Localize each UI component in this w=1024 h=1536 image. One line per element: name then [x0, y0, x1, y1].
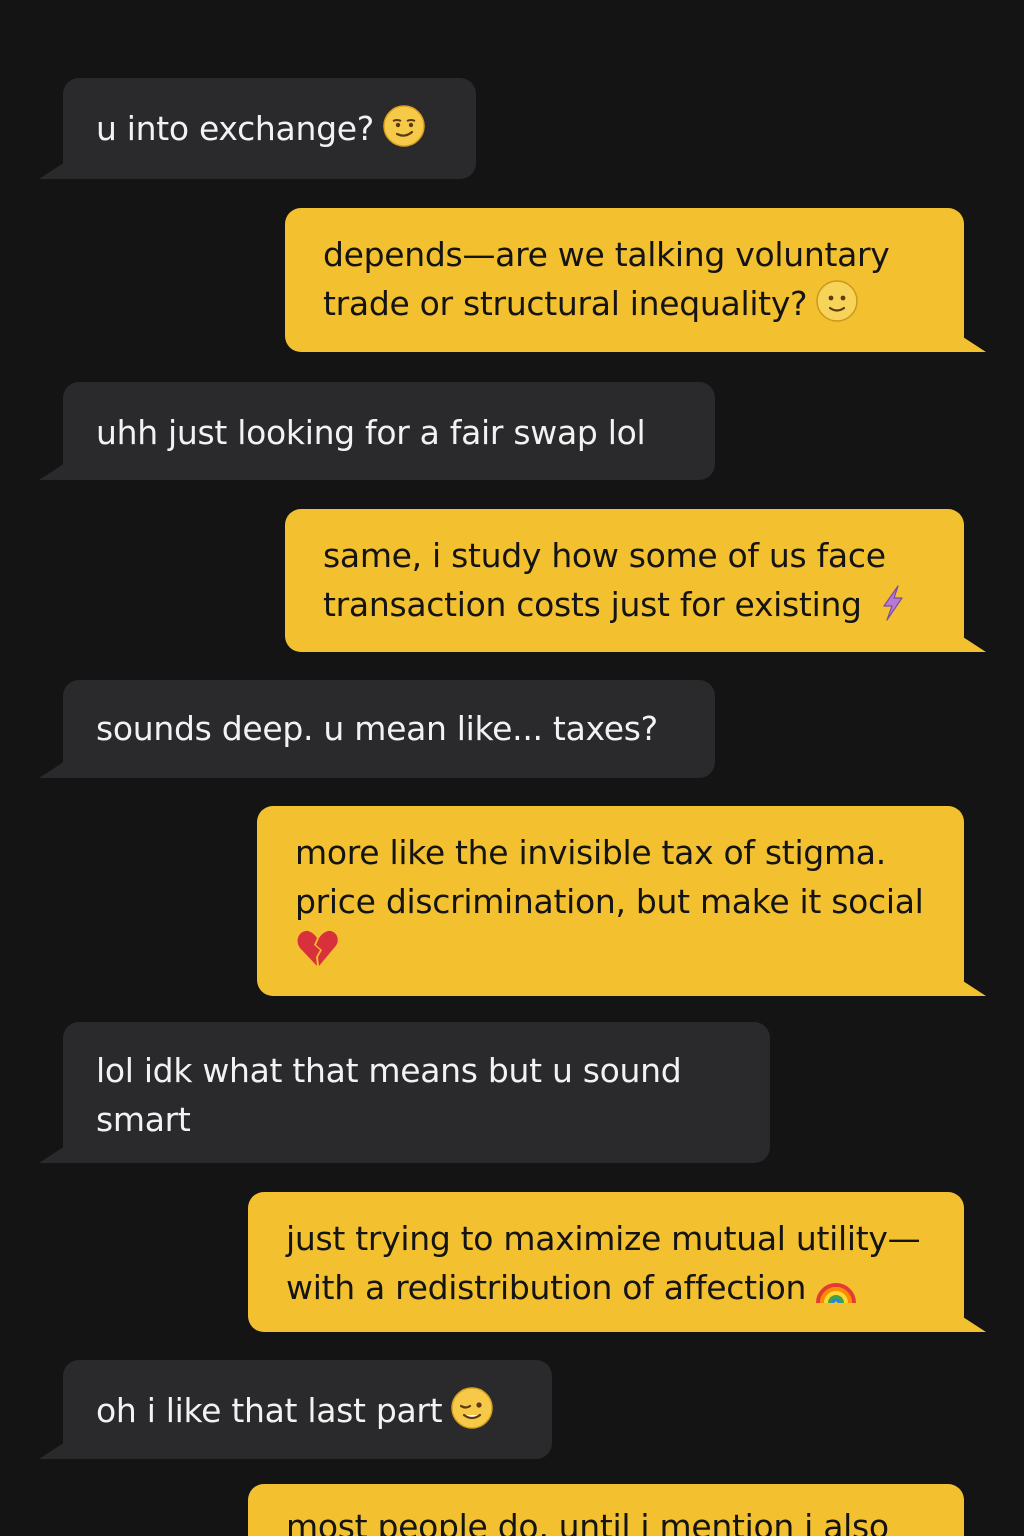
outgoing-message: depends—are we talking voluntary trade o…: [285, 208, 986, 352]
outgoing-message: most people do, until i mention i also: [248, 1484, 964, 1536]
message-text: u into exchange?: [96, 104, 444, 153]
message-text: lol idk what that means but u sound smar…: [96, 1051, 682, 1139]
incoming-message: uhh just looking for a fair swap lol: [39, 382, 715, 480]
incoming-message: u into exchange?: [39, 78, 476, 179]
message-text: oh i like that last part: [96, 1386, 520, 1435]
slightly-smiling-face-icon: [815, 279, 859, 323]
incoming-message: lol idk what that means but u sound smar…: [39, 1022, 770, 1163]
incoming-message: oh i like that last part: [39, 1360, 552, 1459]
winking-face-icon: [450, 1386, 494, 1430]
message-text: same, i study how some of us face transa…: [323, 531, 940, 629]
message-text: sounds deep. u mean like... taxes?: [96, 709, 658, 748]
outgoing-message: more like the invisible tax of stigma. p…: [257, 806, 986, 996]
rainbow-icon: [814, 1263, 858, 1307]
message-text: uhh just looking for a fair swap lol: [96, 413, 646, 452]
chat-thread: u into exchange? depends—are we talking …: [0, 0, 1024, 1536]
message-text: more like the invisible tax of stigma. p…: [295, 828, 940, 975]
outgoing-message: just trying to maximize mutual utility— …: [248, 1192, 986, 1332]
broken-heart-icon: [295, 926, 339, 970]
message-text: most people do, until i mention i also: [286, 1507, 889, 1536]
message-text: depends—are we talking voluntary trade o…: [323, 235, 890, 323]
smirking-face-icon: [382, 104, 426, 148]
lightning-bolt-icon: [870, 580, 914, 624]
message-text: just trying to maximize mutual utility— …: [286, 1219, 921, 1307]
incoming-message: sounds deep. u mean like... taxes?: [39, 680, 715, 778]
outgoing-message: same, i study how some of us face transa…: [285, 509, 986, 652]
